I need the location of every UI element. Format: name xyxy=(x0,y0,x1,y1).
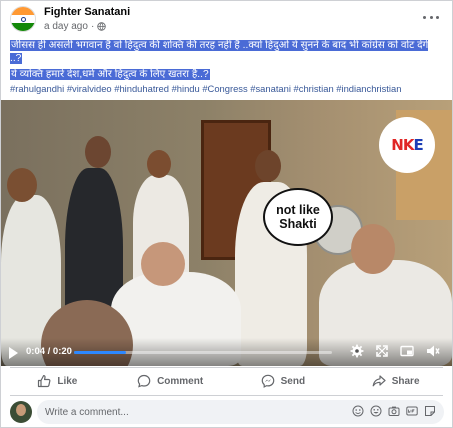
video-progress-track[interactable] xyxy=(74,351,332,354)
post-actions: Like Comment Send Share xyxy=(1,367,452,395)
globe-icon xyxy=(97,22,107,31)
picture-in-picture-icon[interactable] xyxy=(400,344,414,358)
person-seated-right-head xyxy=(351,224,395,274)
logo-text-blue: E xyxy=(413,136,423,154)
user-avatar[interactable] xyxy=(10,401,32,423)
video-player[interactable]: NKE not like Shakti 0:04 / 0:20 xyxy=(1,100,452,366)
gif-icon[interactable] xyxy=(406,405,418,417)
author-name[interactable]: Fighter Sanatani xyxy=(44,6,130,18)
person-black-shirt-head xyxy=(85,136,111,168)
bubble-line-2: Shakti xyxy=(279,217,317,231)
person-seated-center-head xyxy=(141,242,185,286)
bubble-line-1: not like xyxy=(276,203,320,217)
thumbs-up-icon xyxy=(38,375,51,388)
post-time[interactable]: a day ago xyxy=(44,21,88,32)
person-left-head xyxy=(7,168,37,202)
comment-label: Comment xyxy=(157,375,204,387)
share-label: Share xyxy=(391,375,420,387)
emoji-icon[interactable] xyxy=(370,405,382,417)
fullscreen-icon[interactable] xyxy=(375,344,389,358)
meta-separator: · xyxy=(90,21,95,32)
post-meta: a day ago · xyxy=(44,21,107,32)
like-label: Like xyxy=(57,375,78,387)
messenger-icon xyxy=(261,374,274,388)
post-hashtags[interactable]: #rahulgandhi #viralvideo #hinduhatred #h… xyxy=(10,83,401,94)
author-avatar[interactable] xyxy=(10,6,36,32)
divider xyxy=(10,395,443,396)
comment-box[interactable] xyxy=(37,400,444,424)
caption-line-1: जीसस ही असली भगवान है वो हिंदुत्व की शक्… xyxy=(10,40,429,64)
person-white-shirt-head xyxy=(147,150,171,178)
sticker-icon[interactable] xyxy=(352,405,364,417)
share-button[interactable]: Share xyxy=(339,367,452,395)
like-button[interactable]: Like xyxy=(1,367,114,395)
speech-bubble: not like Shakti xyxy=(263,188,333,246)
comment-tools xyxy=(352,405,436,417)
post-header: Fighter Sanatani a day ago · xyxy=(1,1,452,37)
stickers-icon[interactable] xyxy=(424,405,436,417)
video-time: 0:04 / 0:20 xyxy=(26,346,72,357)
volume-icon[interactable] xyxy=(426,344,440,358)
post-caption: जीसस ही असली भगवान है वो हिंदुत्व की शक्… xyxy=(10,39,440,81)
logo-text-red: NK xyxy=(391,136,414,154)
video-controls: 0:04 / 0:20 xyxy=(1,338,452,366)
play-icon[interactable] xyxy=(9,347,18,359)
video-progress-fill xyxy=(74,351,126,354)
share-icon xyxy=(372,375,386,387)
caption-line-2: ये व्यक्ति हमारे देश,धर्म और हिंदुत्व के… xyxy=(10,69,210,80)
comment-input[interactable] xyxy=(45,400,335,424)
comment-button[interactable]: Comment xyxy=(114,367,227,395)
channel-logo: NKE xyxy=(379,117,435,173)
camera-icon[interactable] xyxy=(388,405,400,417)
send-label: Send xyxy=(280,375,306,387)
more-options-icon[interactable] xyxy=(423,10,439,24)
settings-icon[interactable] xyxy=(350,344,364,358)
person-kurta-head xyxy=(255,150,281,182)
comment-icon xyxy=(137,374,151,388)
send-button[interactable]: Send xyxy=(227,367,340,395)
feed-post: Fighter Sanatani a day ago · जीसस ही असल… xyxy=(0,0,453,428)
